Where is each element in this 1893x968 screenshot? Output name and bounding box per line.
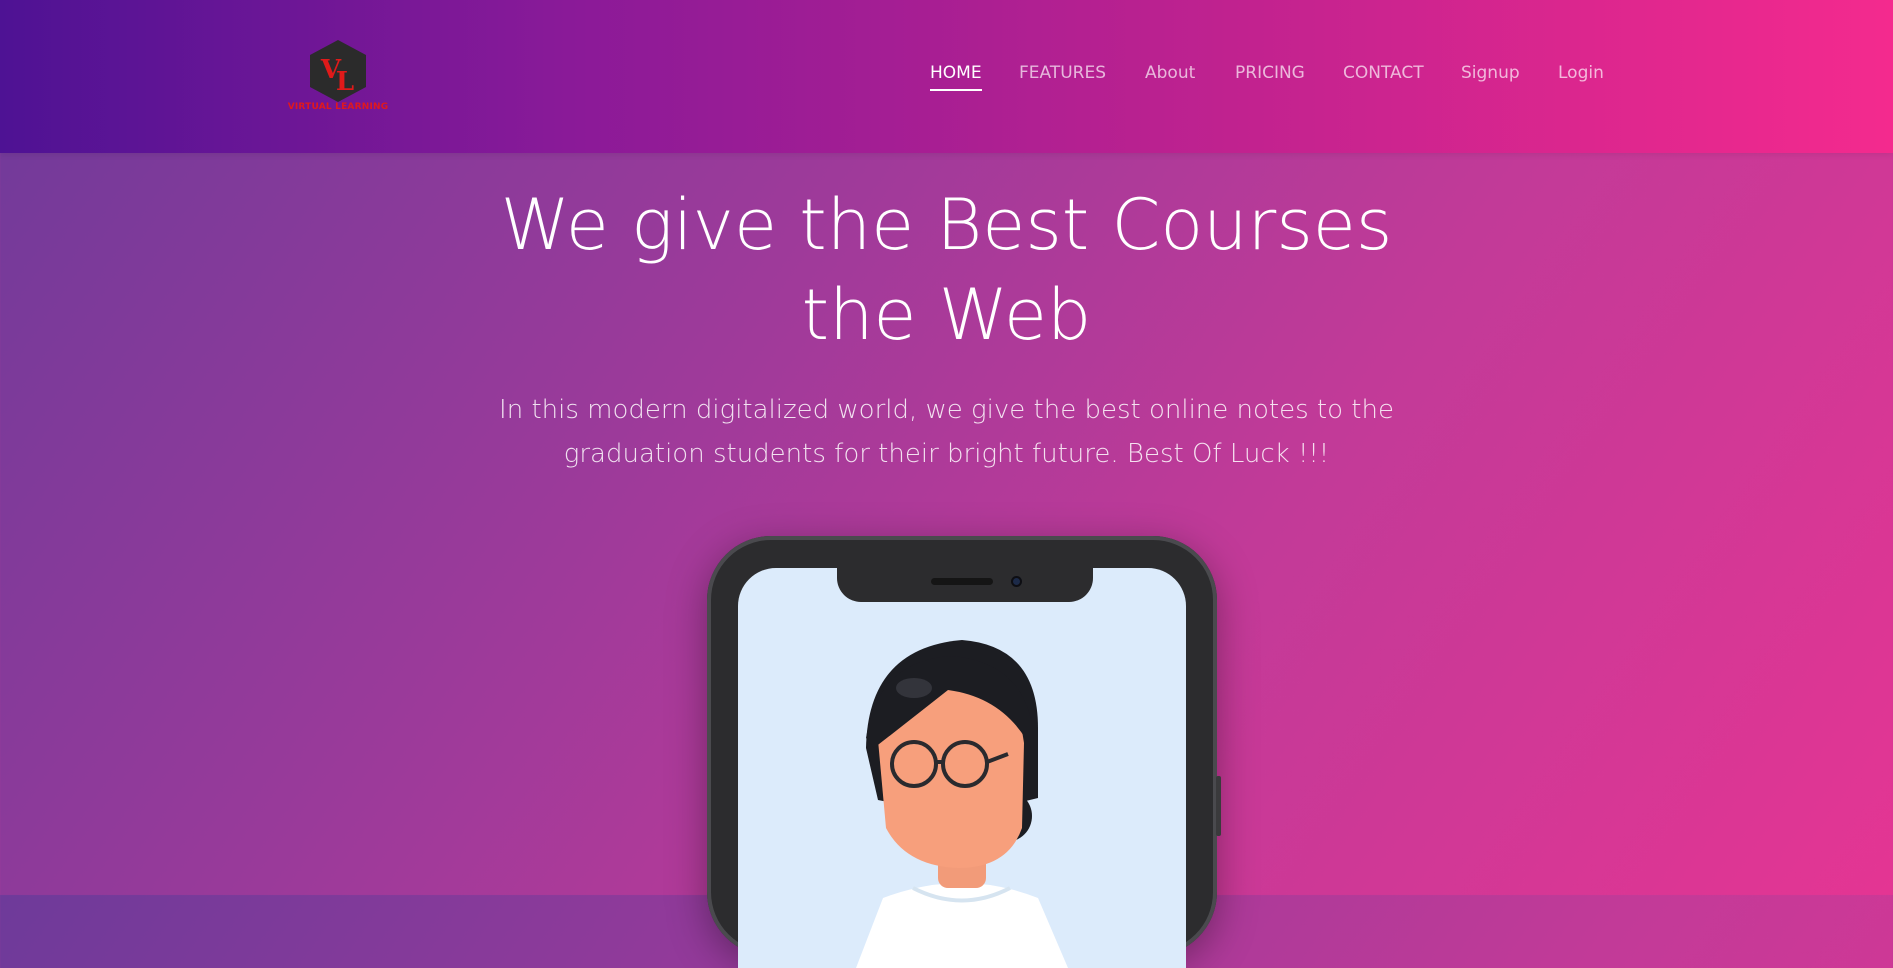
nav-link-features[interactable]: FEATURES xyxy=(1019,63,1106,83)
hero-subtitle-line-2: graduation students for their bright fut… xyxy=(563,439,1330,469)
nav-link-contact[interactable]: CONTACT xyxy=(1343,63,1424,83)
phone-mockup xyxy=(707,536,1221,968)
nav-link-pricing[interactable]: PRICING xyxy=(1235,63,1305,83)
nav-link-about[interactable]: About xyxy=(1145,63,1195,83)
hero-subtitle: In this modern digitalized world, we giv… xyxy=(460,388,1433,476)
hero-subtitle-line-1: In this modern digitalized world, we giv… xyxy=(499,395,1394,425)
phone-side-button xyxy=(1216,776,1221,836)
student-avatar-icon xyxy=(856,640,1068,968)
phone-screen xyxy=(738,568,1186,968)
phone-camera-icon xyxy=(1011,576,1022,587)
nav-link-home[interactable]: HOME xyxy=(930,63,982,91)
hero-title-line-1: We give the Best Courses xyxy=(500,184,1393,266)
main-nav: HOME FEATURES About PRICING CONTACT Sign… xyxy=(0,63,1893,93)
hero-title-line-2: the Web xyxy=(801,274,1092,356)
logo-tagline: VIRTUAL LEARNING xyxy=(287,102,389,112)
nav-link-login[interactable]: Login xyxy=(1558,63,1604,83)
nav-link-signup[interactable]: Signup xyxy=(1461,63,1520,83)
phone-speaker xyxy=(931,578,993,585)
navbar: V L VIRTUAL LEARNING HOME FEATURES About… xyxy=(0,0,1893,153)
hero-title: We give the Best Courses the Web xyxy=(0,180,1893,360)
